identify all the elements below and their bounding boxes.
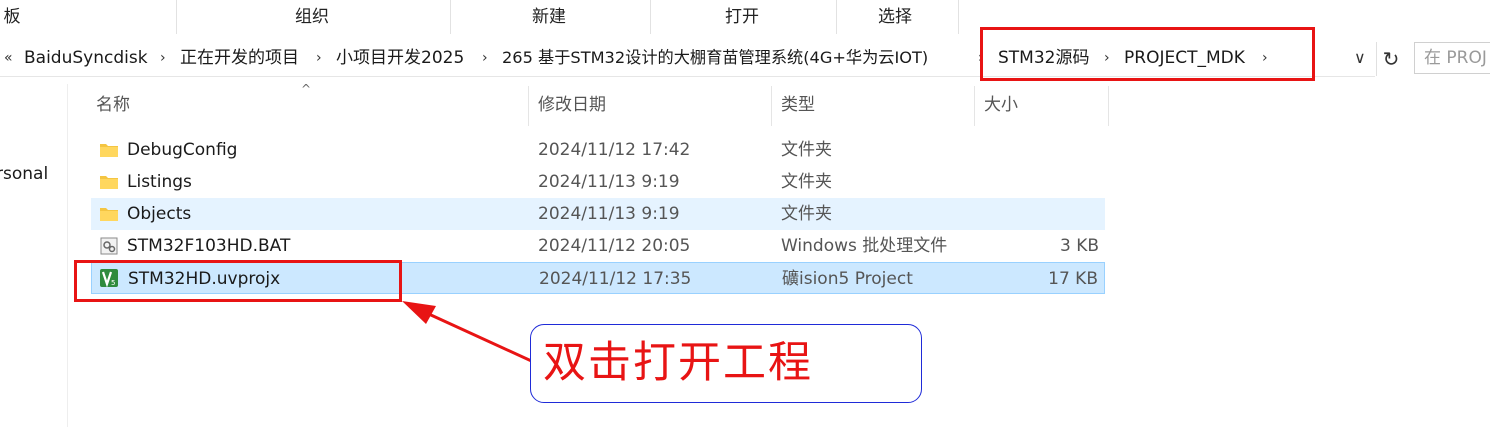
highlight-box-project-mdk-path bbox=[980, 27, 1315, 81]
file-name: STM32F103HD.BAT bbox=[127, 236, 291, 256]
chevron-right-icon[interactable]: › bbox=[316, 40, 322, 76]
file-type: Windows 批处理文件 bbox=[781, 236, 948, 256]
breadcrumb-projects-in-dev[interactable]: 正在开发的项目 bbox=[180, 40, 299, 76]
folder-icon bbox=[100, 208, 118, 221]
chevron-right-icon[interactable]: › bbox=[160, 40, 166, 76]
search-input[interactable]: 在 PROJ bbox=[1414, 42, 1490, 74]
annotation-callout: 双击打开工程 bbox=[530, 324, 922, 403]
refresh-icon[interactable]: ↻ bbox=[1376, 42, 1405, 76]
ribbon-group-select: 选择 bbox=[878, 7, 912, 27]
folder-icon bbox=[100, 144, 118, 157]
breadcrumb-small-projects-2025[interactable]: 小项目开发2025 bbox=[336, 40, 464, 76]
ribbon-group-organize: 组织 bbox=[295, 7, 329, 27]
column-header-name[interactable]: 名称 bbox=[96, 90, 130, 124]
file-type: 礦ision5 Project bbox=[782, 269, 913, 289]
file-date: 2024/11/12 20:05 bbox=[538, 236, 691, 256]
breadcrumb-overflow-button[interactable]: « bbox=[4, 40, 13, 76]
batch-file-icon bbox=[100, 237, 118, 255]
breadcrumb-project-265[interactable]: 265 基于STM32设计的大棚育苗管理系统(4G+华为云IOT) bbox=[502, 40, 928, 76]
file-name: Listings bbox=[127, 172, 192, 192]
column-divider[interactable] bbox=[1108, 86, 1109, 126]
column-header-date-modified[interactable]: 修改日期 bbox=[538, 90, 606, 124]
annotation-callout-text: 双击打开工程 bbox=[543, 338, 813, 388]
file-row-listings[interactable]: Listings 2024/11/13 9:19 文件夹 bbox=[91, 166, 1105, 198]
sort-ascending-icon: ^ bbox=[301, 82, 312, 96]
column-divider[interactable] bbox=[528, 86, 529, 126]
search-placeholder: 在 PROJ bbox=[1424, 48, 1487, 68]
nav-pane-item-personal[interactable]: rsonal bbox=[0, 164, 48, 184]
file-type: 文件夹 bbox=[781, 204, 832, 224]
ribbon-group-new: 新建 bbox=[532, 7, 566, 27]
file-name: Objects bbox=[127, 204, 192, 224]
chevron-right-icon[interactable]: › bbox=[482, 40, 488, 76]
ribbon-group-open: 打开 bbox=[725, 7, 759, 27]
highlight-box-uvprojx-file bbox=[74, 260, 402, 302]
column-header-size[interactable]: 大小 bbox=[984, 90, 1018, 124]
file-row-objects[interactable]: Objects 2024/11/13 9:19 文件夹 bbox=[91, 198, 1105, 230]
column-divider[interactable] bbox=[974, 86, 975, 126]
file-row-stm32f103hd-bat[interactable]: STM32F103HD.BAT 2024/11/12 20:05 Windows… bbox=[91, 230, 1105, 262]
folder-icon bbox=[100, 176, 118, 189]
breadcrumb-baidusyncdisk[interactable]: BaiduSyncdisk bbox=[24, 40, 148, 76]
file-size: 17 KB bbox=[1048, 269, 1098, 289]
file-date: 2024/11/12 17:35 bbox=[539, 269, 692, 289]
file-type: 文件夹 bbox=[781, 172, 832, 192]
address-history-dropdown-icon[interactable]: ∨ bbox=[1354, 40, 1366, 76]
file-date: 2024/11/13 9:19 bbox=[538, 172, 680, 192]
column-divider[interactable] bbox=[771, 86, 772, 126]
file-type: 文件夹 bbox=[781, 140, 832, 160]
nav-pane-divider[interactable] bbox=[67, 84, 68, 427]
file-row-debugconfig[interactable]: DebugConfig 2024/11/12 17:42 文件夹 bbox=[91, 134, 1105, 166]
file-date: 2024/11/12 17:42 bbox=[538, 140, 691, 160]
file-size: 3 KB bbox=[1059, 236, 1099, 256]
file-name: DebugConfig bbox=[127, 140, 238, 160]
file-date: 2024/11/13 9:19 bbox=[538, 204, 680, 224]
column-header-type[interactable]: 类型 bbox=[781, 90, 815, 124]
ribbon-group-clipboard: 板 bbox=[3, 7, 21, 27]
